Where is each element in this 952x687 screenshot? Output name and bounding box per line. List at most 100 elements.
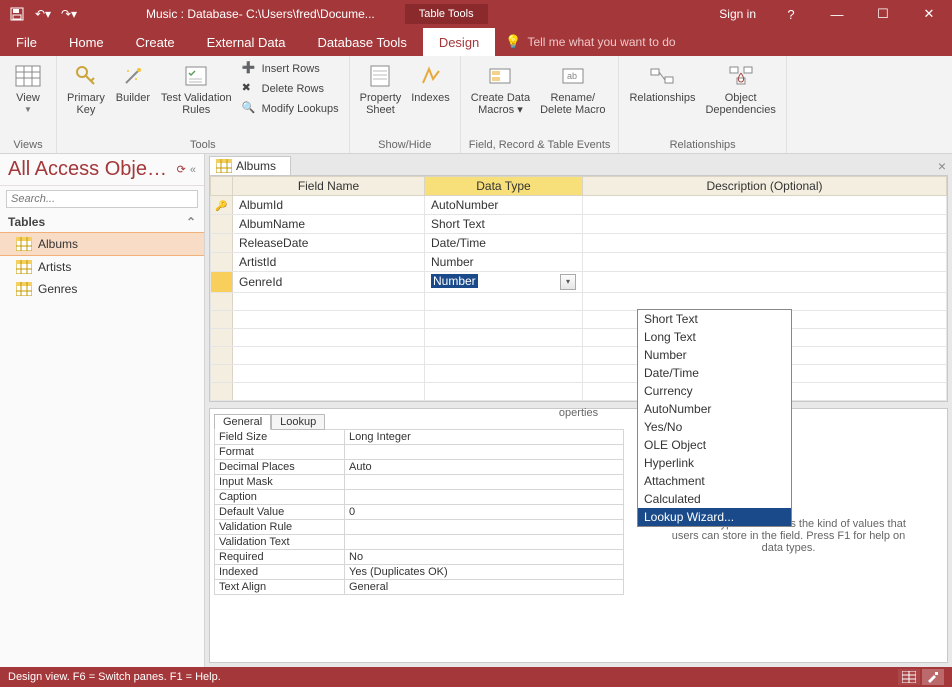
data-type-cell[interactable]	[425, 347, 583, 365]
close-document-icon[interactable]: ×	[938, 158, 946, 174]
dropdown-option[interactable]: Short Text	[638, 310, 791, 328]
data-type-cell[interactable]	[425, 311, 583, 329]
dropdown-option[interactable]: Long Text	[638, 328, 791, 346]
prop-value[interactable]	[345, 520, 624, 535]
view-datasheet-icon[interactable]	[898, 669, 920, 685]
nav-item-genres[interactable]: Genres	[0, 278, 204, 300]
maximize-icon[interactable]: ☐	[860, 0, 906, 28]
undo-icon[interactable]: ↶▾	[32, 3, 54, 25]
dropdown-option[interactable]: OLE Object	[638, 436, 791, 454]
prop-value[interactable]: Auto	[345, 460, 624, 475]
tab-file[interactable]: File	[0, 28, 53, 56]
description-cell[interactable]	[583, 293, 947, 311]
field-name-cell[interactable]: AlbumName	[233, 215, 425, 234]
col-header-data-type[interactable]: Data Type	[425, 177, 583, 196]
prop-value[interactable]: General	[345, 580, 624, 595]
property-grid[interactable]: Field SizeLong IntegerFormatDecimal Plac…	[214, 429, 624, 595]
prop-tab-general[interactable]: General	[214, 414, 271, 430]
document-tab-albums[interactable]: Albums	[209, 156, 291, 175]
create-data-macros-button[interactable]: Create Data Macros ▾	[469, 60, 532, 118]
tab-design[interactable]: Design	[423, 28, 495, 56]
description-cell[interactable]	[583, 253, 947, 272]
row-selector[interactable]	[211, 347, 233, 365]
indexes-button[interactable]: Indexes	[409, 60, 452, 118]
prop-value[interactable]	[345, 445, 624, 460]
row-selector[interactable]	[211, 293, 233, 311]
prop-value[interactable]: Yes (Duplicates OK)	[345, 565, 624, 580]
field-name-cell[interactable]: ArtistId	[233, 253, 425, 272]
test-validation-button[interactable]: Test Validation Rules	[159, 60, 234, 118]
field-name-cell[interactable]: ReleaseDate	[233, 234, 425, 253]
delete-rows-button[interactable]: ✖ Delete Rows	[240, 80, 341, 98]
data-type-cell[interactable]: Short Text	[425, 215, 583, 234]
save-icon[interactable]	[6, 3, 28, 25]
data-type-cell[interactable]: Number▾	[425, 272, 583, 293]
prop-tab-lookup[interactable]: Lookup	[271, 414, 325, 430]
nav-title[interactable]: All Access Obje…	[8, 158, 177, 181]
data-type-cell[interactable]: Number	[425, 253, 583, 272]
dropdown-option[interactable]: Number	[638, 346, 791, 364]
relationships-button[interactable]: Relationships	[627, 60, 697, 118]
row-selector[interactable]	[211, 253, 233, 272]
nav-item-albums[interactable]: Albums	[0, 232, 204, 256]
field-name-cell[interactable]	[233, 329, 425, 347]
view-design-icon[interactable]	[922, 669, 944, 685]
row-selector[interactable]	[211, 234, 233, 253]
dropdown-option[interactable]: Date/Time	[638, 364, 791, 382]
builder-button[interactable]: Builder	[113, 60, 153, 118]
prop-value[interactable]: Long Integer	[345, 430, 624, 445]
insert-rows-button[interactable]: ➕ Insert Rows	[240, 60, 341, 78]
tab-home[interactable]: Home	[53, 28, 120, 56]
rename-delete-macro-button[interactable]: ab Rename/ Delete Macro	[538, 60, 607, 118]
tab-external-data[interactable]: External Data	[191, 28, 302, 56]
field-name-cell[interactable]: AlbumId	[233, 196, 425, 215]
description-cell[interactable]	[583, 196, 947, 215]
data-type-dropdown[interactable]: Short TextLong TextNumberDate/TimeCurren…	[637, 309, 792, 527]
dropdown-option[interactable]: Currency	[638, 382, 791, 400]
prop-value[interactable]	[345, 490, 624, 505]
refresh-icon[interactable]: ⟳	[177, 163, 186, 176]
primary-key-button[interactable]: Primary Key	[65, 60, 107, 118]
prop-value[interactable]: No	[345, 550, 624, 565]
close-window-icon[interactable]: ✕	[906, 0, 952, 28]
row-selector[interactable]: 🔑	[211, 196, 233, 215]
field-name-cell[interactable]	[233, 347, 425, 365]
prop-value[interactable]	[345, 475, 624, 490]
view-button[interactable]: View ▼	[8, 60, 48, 117]
data-type-cell[interactable]	[425, 329, 583, 347]
description-cell[interactable]	[583, 272, 947, 293]
tell-me-search[interactable]: 💡 Tell me what you want to do	[495, 28, 685, 56]
description-cell[interactable]	[583, 215, 947, 234]
object-dependencies-button[interactable]: Object Dependencies	[703, 60, 777, 118]
dropdown-option[interactable]: Yes/No	[638, 418, 791, 436]
dropdown-option[interactable]: Calculated	[638, 490, 791, 508]
minimize-icon[interactable]: —	[814, 0, 860, 28]
help-icon[interactable]: ?	[768, 0, 814, 28]
field-name-cell[interactable]	[233, 383, 425, 401]
field-name-cell[interactable]: GenreId	[233, 272, 425, 293]
nav-group-tables[interactable]: Tables ⌃	[0, 212, 204, 232]
row-selector[interactable]	[211, 365, 233, 383]
row-selector[interactable]	[211, 329, 233, 347]
field-name-cell[interactable]	[233, 293, 425, 311]
row-selector[interactable]	[211, 215, 233, 234]
prop-value[interactable]	[345, 535, 624, 550]
row-selector[interactable]	[211, 272, 233, 293]
field-name-cell[interactable]	[233, 365, 425, 383]
nav-item-artists[interactable]: Artists	[0, 256, 204, 278]
data-type-cell[interactable]: Date/Time	[425, 234, 583, 253]
tab-create[interactable]: Create	[120, 28, 191, 56]
description-cell[interactable]	[583, 234, 947, 253]
modify-lookups-button[interactable]: 🔍 Modify Lookups	[240, 100, 341, 118]
field-name-cell[interactable]	[233, 311, 425, 329]
select-all-corner[interactable]	[211, 177, 233, 196]
collapse-nav-icon[interactable]: «	[190, 164, 196, 176]
data-type-cell[interactable]	[425, 365, 583, 383]
row-selector[interactable]	[211, 311, 233, 329]
tab-database-tools[interactable]: Database Tools	[301, 28, 422, 56]
field-design-grid[interactable]: Field Name Data Type Description (Option…	[210, 176, 947, 401]
data-type-cell[interactable]: AutoNumber	[425, 196, 583, 215]
dropdown-option[interactable]: AutoNumber	[638, 400, 791, 418]
property-sheet-button[interactable]: Property Sheet	[358, 60, 404, 118]
prop-value[interactable]: 0	[345, 505, 624, 520]
